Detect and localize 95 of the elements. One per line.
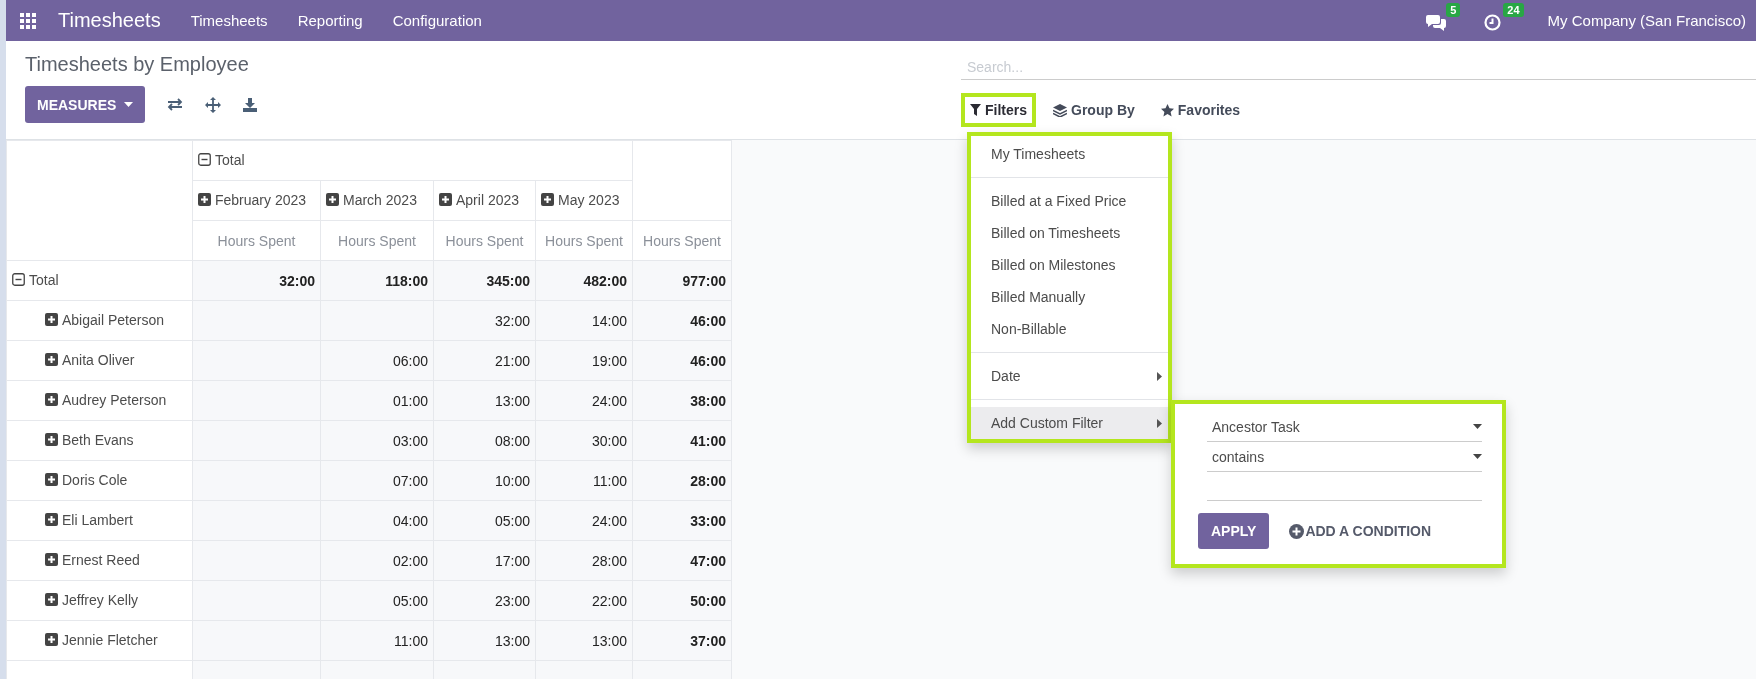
- row-header[interactable]: Audrey Peterson: [6, 380, 193, 421]
- page-title: Timesheets by Employee: [25, 53, 250, 76]
- row-header[interactable]: Anita Oliver: [6, 340, 193, 381]
- filter-menu-item[interactable]: My Timesheets: [971, 138, 1168, 170]
- chat-icon[interactable]: [1426, 14, 1447, 31]
- add-condition-button[interactable]: ADD A CONDITION: [1289, 523, 1432, 539]
- measure-header: Hours Spent: [433, 220, 536, 261]
- row-header[interactable]: Jeffrey Kelly: [6, 580, 193, 621]
- nav-menu-item[interactable]: Configuration: [392, 12, 482, 29]
- table-cell: 13:00: [535, 620, 633, 661]
- row-header[interactable]: Abigail Peterson: [6, 300, 193, 341]
- row-header[interactable]: Ernest Reed: [6, 540, 193, 581]
- table-cell: 14:00: [535, 300, 633, 341]
- activity-count-badge: 24: [1503, 3, 1524, 17]
- table-cell: 24:00: [535, 500, 633, 541]
- caret-icon: [1473, 424, 1482, 429]
- layers-icon: [1053, 103, 1067, 117]
- month-header[interactable]: March 2023: [320, 180, 434, 221]
- nav-menu-item[interactable]: Timesheets: [190, 12, 268, 29]
- table-cell: 02:00: [320, 540, 434, 581]
- table-cell: 32:00: [433, 300, 536, 341]
- clock-icon[interactable]: [1484, 14, 1502, 31]
- app-grid-icon[interactable]: [20, 12, 36, 29]
- filter-icon: [970, 104, 981, 116]
- company-switcher[interactable]: My Company (San Francisco): [1547, 12, 1746, 29]
- filter-menu-item[interactable]: Date: [971, 360, 1168, 392]
- caret-icon: [1473, 454, 1482, 459]
- total-cell: 32:00: [192, 260, 321, 301]
- total-cell: 482:00: [535, 260, 633, 301]
- table-cell: 19:00: [535, 340, 633, 381]
- table-cell: 28:00: [535, 540, 633, 581]
- filter-menu-item[interactable]: Billed Manually: [971, 281, 1168, 313]
- measure-header: Hours Spent: [535, 220, 633, 261]
- table-cell: 23:00: [433, 580, 536, 621]
- plus-circle-icon: [1289, 523, 1305, 539]
- message-count-badge: 5: [1446, 3, 1461, 17]
- table-cell: 33:00: [632, 500, 732, 541]
- row-header[interactable]: Jennie Fletcher: [6, 620, 193, 661]
- table-cell: 04:00: [320, 500, 434, 541]
- caret-icon: [1157, 371, 1162, 381]
- caret-icon: [1157, 418, 1162, 428]
- table-cell: 47:00: [632, 540, 732, 581]
- apply-button[interactable]: APPLY: [1198, 513, 1270, 549]
- row-header[interactable]: Total: [6, 260, 193, 301]
- table-cell: 06:00: [320, 340, 434, 381]
- row-header[interactable]: Eli Lambert: [6, 500, 193, 541]
- download-icon[interactable]: [243, 97, 258, 112]
- table-cell: 17:00: [433, 540, 536, 581]
- row-header[interactable]: Beth Evans: [6, 420, 193, 461]
- table-cell: 28:00: [632, 460, 732, 501]
- measure-header: Hours Spent: [192, 220, 321, 261]
- table-cell: 38:00: [632, 380, 732, 421]
- star-icon: [1160, 103, 1174, 117]
- table-cell: 03:00: [320, 420, 434, 461]
- table-cell: 41:00: [632, 420, 732, 461]
- table-cell: 46:00: [632, 340, 732, 381]
- filter-tab[interactable]: Filters: [961, 93, 1036, 127]
- move-arrows-icon[interactable]: [205, 96, 222, 113]
- table-cell: 11:00: [535, 460, 633, 501]
- total-cell: 977:00: [632, 260, 732, 301]
- table-cell: 08:00: [433, 420, 536, 461]
- table-cell: 24:00: [535, 380, 633, 421]
- measures-button[interactable]: MEASURES: [25, 86, 146, 123]
- row-header[interactable]: Doris Cole: [6, 460, 193, 501]
- total-cell: 118:00: [320, 260, 434, 301]
- filter-menu-item[interactable]: Billed on Timesheets: [971, 217, 1168, 249]
- table-cell: 30:00: [535, 420, 633, 461]
- app-name[interactable]: Timesheets: [58, 9, 161, 32]
- table-cell: 07:00: [320, 460, 434, 501]
- table-cell: 05:00: [320, 580, 434, 621]
- field-select[interactable]: Ancestor Task: [1207, 412, 1482, 442]
- table-cell: 46:00: [632, 300, 732, 341]
- table-cell: 05:00: [433, 500, 536, 541]
- month-header[interactable]: February 2023: [192, 180, 321, 221]
- table-cell: 13:00: [433, 620, 536, 661]
- table-cell: 11:00: [320, 620, 434, 661]
- filter-menu-item[interactable]: Billed at a Fixed Price: [971, 185, 1168, 217]
- column-header[interactable]: Total: [192, 140, 633, 181]
- table-cell: 37:00: [632, 620, 732, 661]
- month-header[interactable]: April 2023: [433, 180, 536, 221]
- table-cell: 22:00: [535, 580, 633, 621]
- filter-menu-item[interactable]: Non-Billable: [971, 313, 1168, 345]
- nav-menu-item[interactable]: Reporting: [297, 12, 363, 29]
- table-cell: 10:00: [433, 460, 536, 501]
- table-cell: 21:00: [433, 340, 536, 381]
- total-cell: 345:00: [433, 260, 536, 301]
- filter-menu-item[interactable]: Billed on Milestones: [971, 249, 1168, 281]
- measure-header: Hours Spent: [320, 220, 434, 261]
- measure-header: Hours Spent: [632, 220, 732, 261]
- table-cell: 13:00: [433, 380, 536, 421]
- caret-icon: [124, 102, 134, 107]
- table-cell: 01:00: [320, 380, 434, 421]
- filter-menu-item[interactable]: Add Custom Filter: [971, 407, 1168, 439]
- table-cell: 50:00: [632, 580, 732, 621]
- swap-arrows-icon[interactable]: [167, 98, 184, 111]
